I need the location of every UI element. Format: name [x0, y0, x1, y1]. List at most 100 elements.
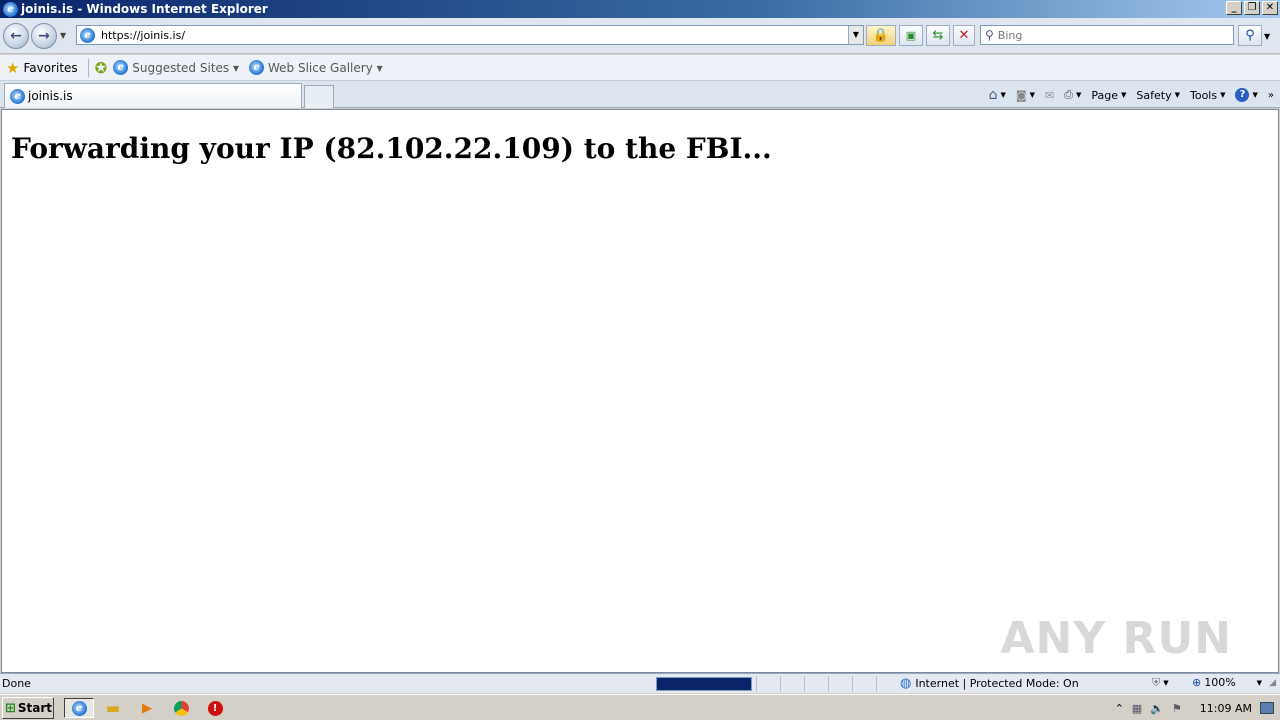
security-lock-button[interactable]: 🔒 — [866, 25, 896, 46]
zone-text: Internet | Protected Mode: On — [915, 677, 1079, 690]
taskbar-antivirus-button[interactable]: ! — [204, 698, 226, 718]
suggested-sites-link[interactable]: e Suggested Sites ▾ — [113, 60, 239, 75]
network-icon[interactable]: ▦ — [1132, 702, 1142, 715]
star-icon: ★ — [6, 58, 20, 77]
feeds-button[interactable]: ◙ ▼ — [1016, 89, 1035, 102]
status-bar: Done ◍ Internet | Protected Mode: On ⛨ ▼ … — [0, 673, 1280, 693]
mail-icon: ✉ — [1044, 88, 1055, 102]
volume-icon[interactable]: 🔈 — [1150, 702, 1164, 715]
page-content: Forwarding your IP (82.102.22.109) to th… — [1, 109, 1279, 673]
add-to-favorites-button[interactable]: ✪ — [95, 59, 108, 77]
status-segment — [852, 676, 874, 692]
popup-blocker-button[interactable]: ⛨ ▼ — [1152, 676, 1169, 690]
tools-menu-label: Tools — [1189, 88, 1218, 102]
page-load-progress-bar — [656, 677, 752, 691]
stop-icon: ✕ — [958, 28, 970, 43]
windows-logo-icon: ⊞ — [5, 700, 16, 716]
new-tab-button[interactable] — [304, 85, 334, 108]
shield-icon: ⛨ — [1152, 676, 1161, 689]
tab-joinis[interactable]: e joinis.is — [4, 83, 302, 108]
recent-pages-dropdown-icon[interactable]: ▼ — [60, 31, 66, 40]
taskbar-ie-button[interactable]: e — [64, 698, 94, 718]
search-input[interactable]: Bing — [998, 29, 1023, 42]
search-icon: ⚲ — [985, 28, 994, 42]
magnifier-icon: ⚲ — [1245, 28, 1255, 43]
zoom-icon: ⊕ — [1192, 676, 1202, 689]
navigation-bar: ← → ▼ e https://joinis.is/ ▼ 🔒 ▣ ⇆ ✕ ⚲ B… — [0, 18, 1280, 54]
safety-menu[interactable]: Safety ▼ — [1136, 89, 1180, 102]
system-tray: ⌃ ▦ 🔈 ⚑ 11:09 AM — [1115, 697, 1280, 719]
address-input[interactable]: https://joinis.is/ — [101, 29, 185, 42]
home-button[interactable]: ⌂ ▼ — [989, 87, 1006, 103]
show-hidden-icons-icon[interactable]: ⌃ — [1115, 702, 1124, 715]
zoom-level: 100% — [1204, 676, 1236, 689]
read-mail-button[interactable]: ✉ — [1045, 89, 1054, 102]
minimize-button[interactable]: _ — [1226, 1, 1242, 15]
status-segment — [756, 676, 778, 692]
zoom-control[interactable]: ⊕ 100% ▼ — [1192, 676, 1262, 689]
search-box[interactable]: ⚲ Bing — [980, 25, 1234, 45]
chrome-icon — [173, 700, 189, 716]
chevron-more-icon[interactable]: » — [1268, 90, 1274, 101]
lock-icon: 🔒 — [872, 28, 890, 43]
restore-button[interactable]: ❐ — [1244, 1, 1260, 15]
tools-menu[interactable]: Tools ▼ — [1190, 89, 1226, 102]
forward-button[interactable]: → — [31, 23, 57, 49]
web-slice-gallery-link[interactable]: e Web Slice Gallery ▾ — [249, 60, 383, 75]
printer-icon: ⎙ — [1064, 88, 1073, 101]
tab-row: e joinis.is ⌂ ▼ ◙ ▼ ✉ ⎙ ▼ Page ▼ Safety ▼ Too… — [0, 81, 1280, 108]
clock[interactable]: 11:09 AM — [1200, 702, 1252, 715]
status-segment — [780, 676, 802, 692]
media-player-icon: ▶ — [142, 700, 152, 716]
command-bar: ⌂ ▼ ◙ ▼ ✉ ⎙ ▼ Page ▼ Safety ▼ Tools ▼ ? ▼ » — [989, 85, 1274, 105]
add-favorite-icon: ✪ — [94, 58, 108, 77]
ie-tab-icon: e — [10, 88, 25, 104]
help-menu[interactable]: ? ▼ — [1235, 88, 1258, 102]
search-options-dropdown-icon[interactable]: ▼ — [1264, 32, 1270, 41]
taskbar: ⊞ Start e ▬ ▶ ! ⌃ ▦ 🔈 ⚑ 11:09 AM — [0, 694, 1280, 720]
address-bar[interactable]: e https://joinis.is/ ▼ — [76, 25, 864, 45]
taskbar-explorer-button[interactable]: ▬ — [102, 698, 124, 718]
resize-grip-icon[interactable]: ◢ — [1269, 678, 1276, 688]
page-heading: Forwarding your IP (82.102.22.109) to th… — [11, 132, 772, 165]
window-title-bar: e joinis.is - Windows Internet Explorer … — [0, 0, 1280, 18]
back-button[interactable]: ← — [3, 23, 29, 49]
suggested-sites-label: Suggested Sites ▾ — [132, 60, 239, 75]
taskbar-media-player-button[interactable]: ▶ — [136, 698, 158, 718]
start-button[interactable]: ⊞ Start — [2, 697, 54, 719]
ie-page-icon: e — [249, 60, 264, 75]
stop-button[interactable]: ✕ — [953, 25, 975, 46]
taskbar-chrome-button[interactable] — [170, 698, 192, 718]
progress-fill — [657, 678, 751, 690]
page-menu-label: Page — [1091, 88, 1119, 102]
help-icon: ? — [1235, 88, 1250, 102]
action-center-flag-icon[interactable]: ⚑ — [1172, 702, 1182, 715]
favorites-label: Favorites — [23, 60, 78, 75]
refresh-button[interactable]: ⇆ — [926, 25, 950, 46]
search-go-button[interactable]: ⚲ — [1238, 25, 1262, 46]
close-button[interactable]: ✕ — [1262, 1, 1278, 15]
status-segment — [876, 676, 898, 692]
status-segment — [804, 676, 826, 692]
folder-icon: ▬ — [105, 699, 121, 717]
web-slice-gallery-label: Web Slice Gallery ▾ — [268, 60, 383, 75]
start-label: Start — [17, 701, 53, 715]
address-dropdown-button[interactable]: ▼ — [848, 26, 863, 44]
compatibility-view-button[interactable]: ▣ — [899, 25, 923, 46]
compatibility-icon: ▣ — [905, 29, 917, 42]
stop-sign-icon: ! — [207, 700, 223, 716]
favorites-button[interactable]: ★ Favorites — [6, 59, 78, 77]
print-button[interactable]: ⎙ ▼ — [1064, 88, 1081, 102]
window-title: joinis.is - Windows Internet Explorer — [21, 2, 268, 16]
status-text: Done — [2, 677, 31, 690]
back-arrow-icon: ← — [10, 28, 22, 44]
page-menu[interactable]: Page ▼ — [1091, 89, 1126, 102]
security-zone[interactable]: ◍ Internet | Protected Mode: On — [900, 676, 1079, 691]
ie-page-icon: e — [113, 60, 129, 75]
safety-menu-label: Safety — [1136, 88, 1172, 102]
internet-explorer-icon: e — [71, 700, 87, 716]
anyrun-watermark-logo: ANY RUN — [1000, 613, 1232, 664]
show-desktop-icon[interactable] — [1260, 702, 1274, 714]
tab-label: joinis.is — [28, 89, 73, 103]
forward-arrow-icon: → — [38, 28, 50, 44]
